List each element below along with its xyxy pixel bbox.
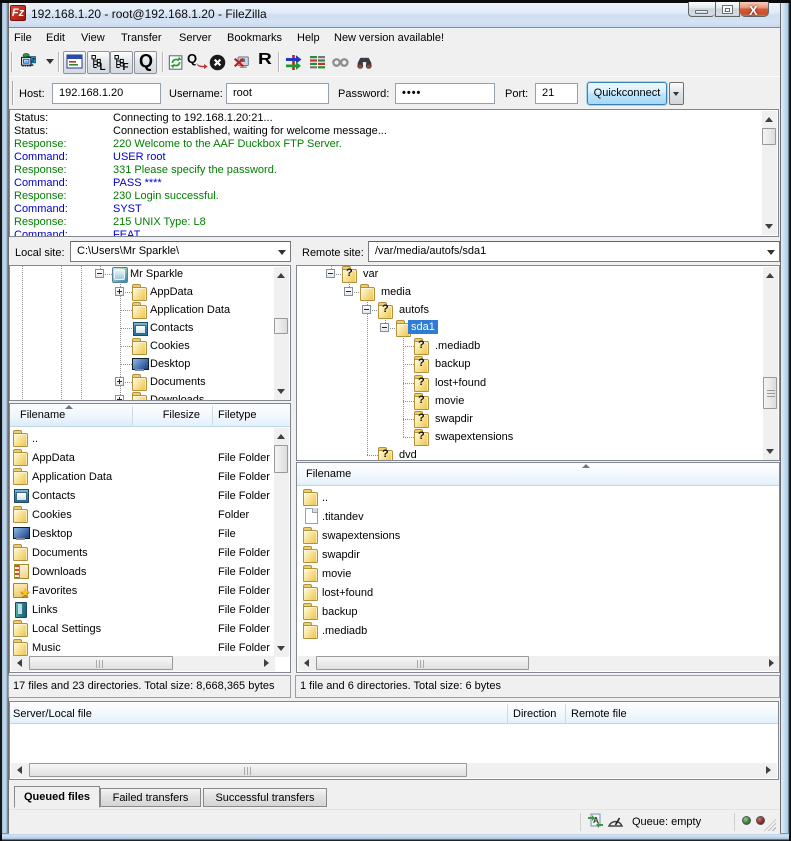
svg-text:L: L	[100, 62, 106, 71]
svg-text:F: F	[123, 62, 129, 71]
